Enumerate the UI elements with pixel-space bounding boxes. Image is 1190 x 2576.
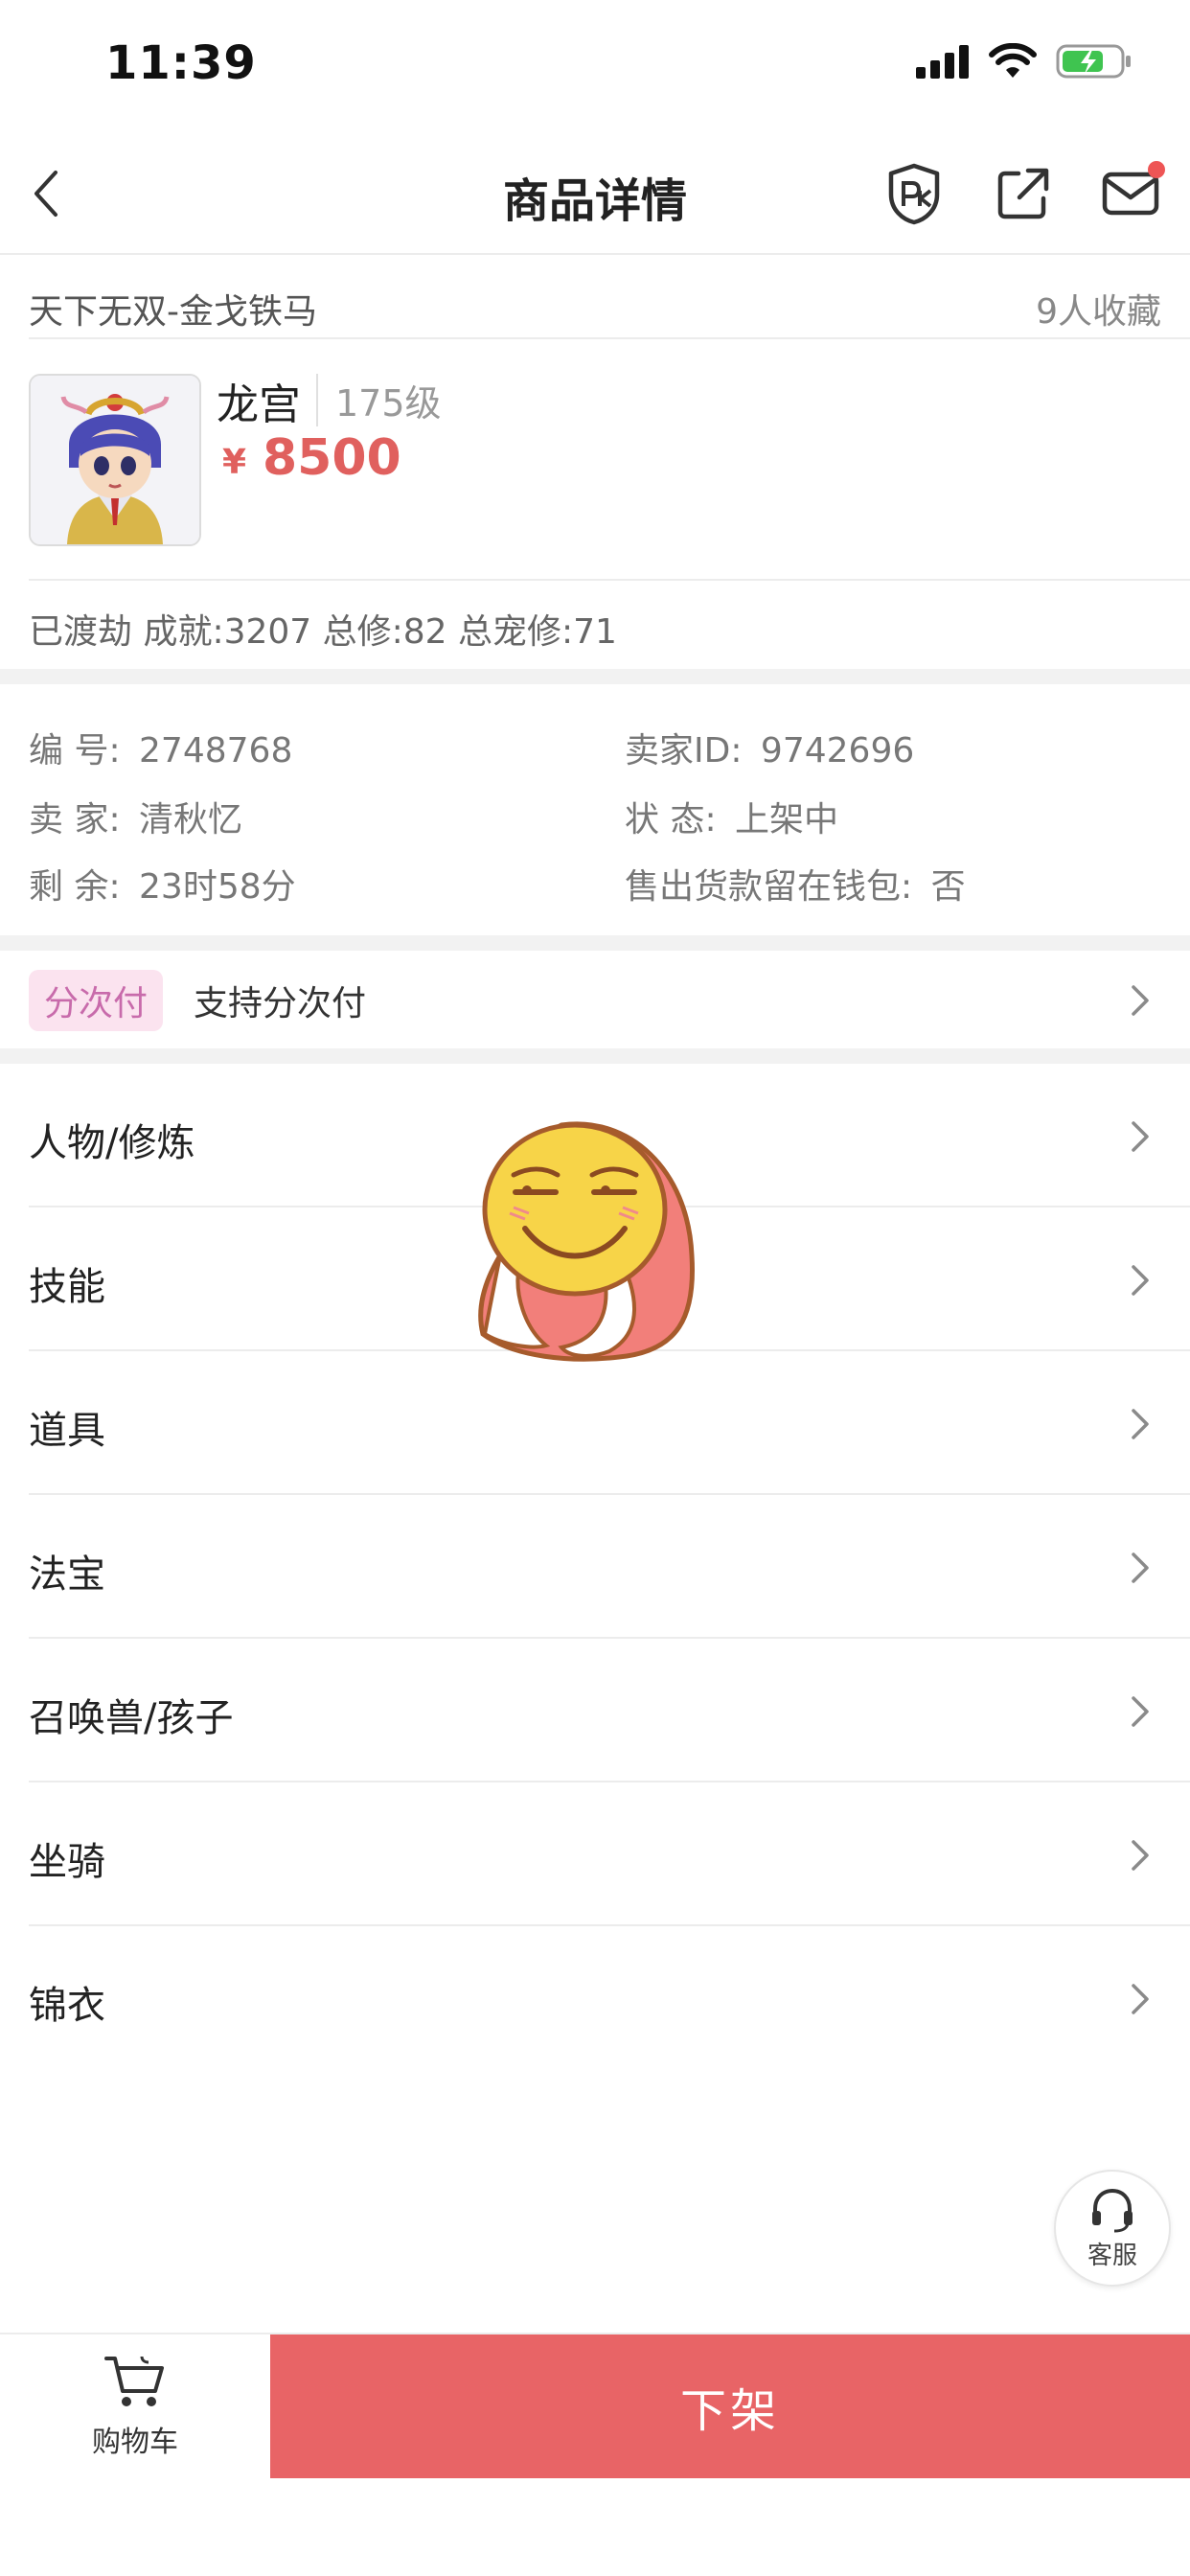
wallet-label: 售出货款留在钱包: bbox=[625, 867, 913, 907]
chevron-right-icon bbox=[1132, 1121, 1149, 1152]
mail-icon bbox=[1102, 172, 1159, 216]
share-icon bbox=[997, 168, 1049, 219]
section-label: 坐骑 bbox=[29, 1840, 105, 1884]
signal-icon bbox=[916, 45, 969, 79]
mascot-sticker bbox=[478, 1121, 696, 1362]
currency-symbol: ¥ bbox=[222, 443, 247, 482]
chevron-right-icon bbox=[1132, 1265, 1149, 1296]
wallet-setting: 售出货款留在钱包: 否 bbox=[625, 859, 966, 908]
share-button[interactable] bbox=[989, 159, 1058, 228]
status-value: 上架中 bbox=[735, 800, 839, 840]
section-label: 召唤兽/孩子 bbox=[29, 1696, 234, 1740]
customer-service-button[interactable]: 客服 bbox=[1054, 2170, 1171, 2287]
nav-bar: 商品详情 bbox=[0, 134, 1190, 255]
role-level: 175级 bbox=[316, 374, 442, 426]
notification-dot bbox=[1148, 161, 1165, 178]
section-gap bbox=[0, 1048, 1190, 1064]
seller-id-label: 卖家ID: bbox=[625, 731, 743, 770]
section-label: 法宝 bbox=[29, 1552, 105, 1597]
chevron-right-icon bbox=[1132, 1409, 1149, 1439]
message-button[interactable] bbox=[1096, 159, 1165, 228]
seller: 卖 家: 清秋忆 bbox=[29, 792, 242, 841]
wifi-icon bbox=[989, 43, 1037, 78]
installment-row[interactable]: 分次付 支持分次付 bbox=[0, 953, 1190, 1048]
section-gap bbox=[0, 669, 1190, 684]
section-row-outfits[interactable]: 锦衣 bbox=[0, 1926, 1190, 2070]
cart-label: 购物车 bbox=[92, 2426, 178, 2459]
section-gap bbox=[0, 935, 1190, 951]
seller-id-value: 9742696 bbox=[760, 731, 915, 770]
server-name: 天下无双-金戈铁马 bbox=[29, 292, 317, 332]
chevron-right-icon bbox=[1132, 985, 1149, 1016]
serial-label: 编 号: bbox=[29, 731, 121, 770]
section-row-treasures[interactable]: 法宝 bbox=[0, 1495, 1190, 1639]
section-label: 锦衣 bbox=[29, 1984, 105, 2028]
serial-value: 2748768 bbox=[139, 731, 293, 770]
section-label: 人物/修炼 bbox=[29, 1121, 195, 1165]
installment-badge: 分次付 bbox=[29, 970, 164, 1031]
chevron-right-icon bbox=[1132, 1984, 1149, 2014]
pk-shield-icon bbox=[888, 163, 940, 225]
battery-icon bbox=[1056, 44, 1131, 79]
status-icons bbox=[916, 42, 1133, 80]
role-name: 龙宫 bbox=[217, 380, 301, 429]
wallet-value: 否 bbox=[930, 867, 966, 907]
seller-value: 清秋忆 bbox=[139, 800, 243, 840]
chevron-right-icon bbox=[1132, 1840, 1149, 1871]
character-stats: 已渡劫 成就:3207 总修:82 总宠修:71 bbox=[29, 612, 617, 652]
section-row-pets[interactable]: 召唤兽/孩子 bbox=[0, 1639, 1190, 1782]
chevron-right-icon bbox=[1132, 1696, 1149, 1727]
cart-button[interactable]: 购物车 bbox=[0, 2334, 270, 2478]
chevron-right-icon bbox=[1132, 1552, 1149, 1583]
remaining-value: 23时58分 bbox=[139, 867, 296, 907]
section-label: 道具 bbox=[29, 1409, 105, 1453]
status-time: 11:39 bbox=[105, 36, 257, 90]
listing-status: 状 态: 上架中 bbox=[625, 792, 838, 841]
remaining-time: 剩 余: 23时58分 bbox=[29, 859, 296, 908]
character-avatar[interactable] bbox=[29, 374, 201, 546]
section-label: 技能 bbox=[29, 1265, 105, 1309]
divider bbox=[29, 579, 1190, 581]
price: 8500 bbox=[263, 429, 401, 487]
headset-icon bbox=[1092, 2188, 1133, 2232]
bottom-bar: 购物车 下架 bbox=[0, 2333, 1190, 2478]
seller-label: 卖 家: bbox=[29, 800, 121, 840]
installment-text: 支持分次付 bbox=[194, 984, 367, 1024]
customer-service-label: 客服 bbox=[1087, 2241, 1137, 2270]
status-label: 状 态: bbox=[625, 800, 717, 840]
favorite-count: 9人收藏 bbox=[1036, 292, 1161, 332]
section-row-mounts[interactable]: 坐骑 bbox=[0, 1782, 1190, 1926]
seller-id: 卖家ID: 9742696 bbox=[625, 723, 914, 772]
character-portrait bbox=[31, 376, 199, 544]
serial-number: 编 号: 2748768 bbox=[29, 723, 292, 772]
remaining-label: 剩 余: bbox=[29, 867, 121, 907]
cart-icon bbox=[104, 2356, 164, 2406]
section-row-items[interactable]: 道具 bbox=[0, 1351, 1190, 1495]
pk-button[interactable] bbox=[880, 159, 949, 228]
delist-button[interactable]: 下架 bbox=[270, 2334, 1190, 2478]
divider bbox=[29, 337, 1190, 339]
